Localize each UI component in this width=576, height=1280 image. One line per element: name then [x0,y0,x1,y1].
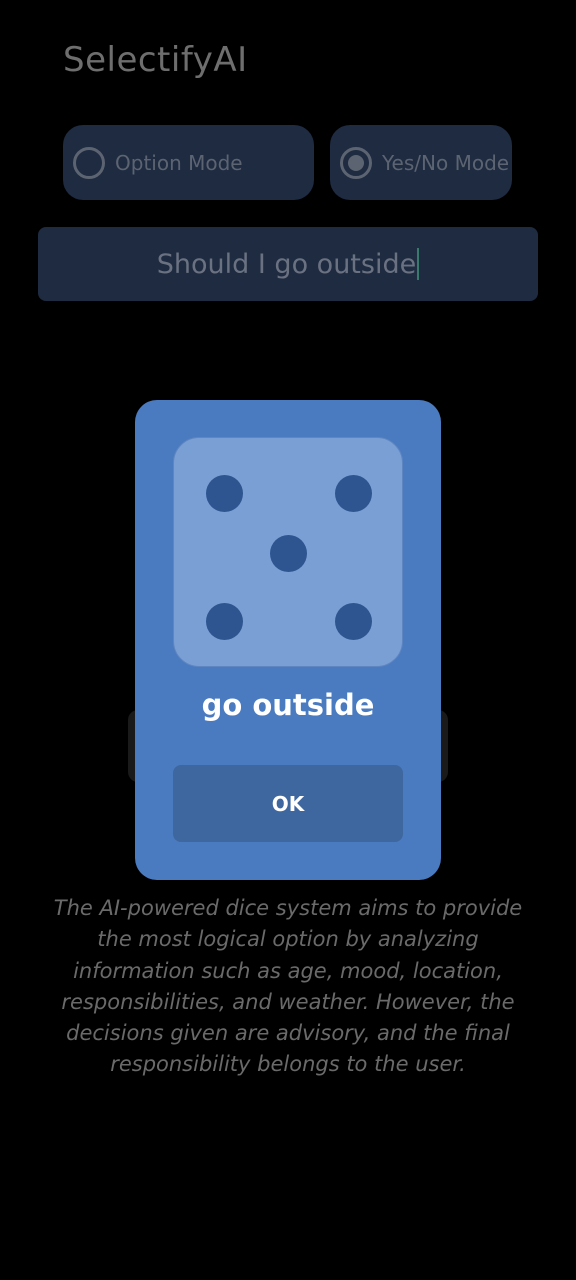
yesno-mode-radio-icon[interactable] [340,146,372,179]
disclaimer-text: The AI-powered dice system aims to provi… [53,896,523,1077]
option-mode-button[interactable]: Option Mode [63,125,314,200]
die-pip [335,603,372,640]
die-pip [335,475,372,512]
app-title: SelectifyAI [63,40,248,80]
yesno-mode-label: Yes/No Mode [382,150,510,175]
die-pip [270,535,307,572]
question-input[interactable]: Should I go outside [38,227,538,301]
option-mode-radio-icon[interactable] [73,146,105,179]
yesno-mode-button[interactable]: Yes/No Mode [330,125,512,200]
option-mode-label: Option Mode [115,150,243,175]
die-pip [206,603,243,640]
text-caret [417,248,420,280]
radio-selected-dot-icon [348,154,364,171]
question-input-value: Should I go outside [156,248,417,280]
result-text: go outside [201,688,375,722]
ok-button[interactable]: OK [173,765,403,842]
die-pip [206,475,243,512]
result-dialog: go outside OK [135,400,441,880]
dice-five-icon [173,437,403,667]
